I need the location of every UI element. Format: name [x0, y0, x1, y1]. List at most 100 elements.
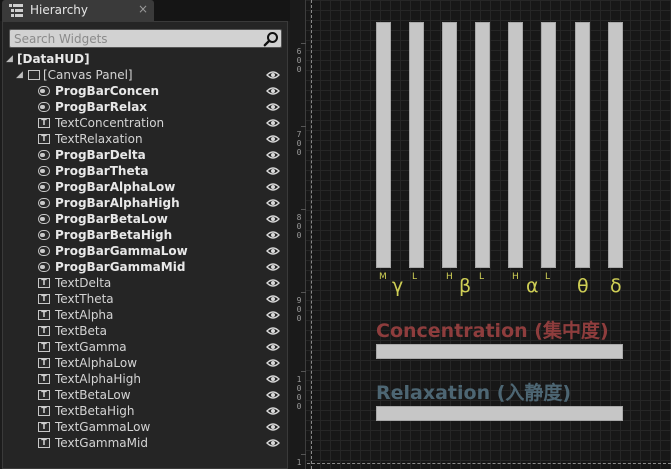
text-alpha-low[interactable]: L: [545, 272, 550, 282]
expand-triangle-icon[interactable]: ◢: [6, 51, 16, 67]
text-widget-icon: T: [38, 374, 50, 384]
eye-icon[interactable]: [266, 294, 280, 304]
progressbar-widget-icon: [38, 214, 50, 224]
tree-item-row[interactable]: T TextGammaMid: [3, 435, 287, 451]
text-beta[interactable]: β: [459, 275, 471, 297]
text-relaxation[interactable]: Relaxation (入静度): [376, 378, 571, 405]
tree-item-label: ProgBarConcen: [55, 84, 160, 98]
search-box[interactable]: [9, 29, 282, 48]
eye-icon[interactable]: [266, 326, 280, 336]
tree-item-row[interactable]: ProgBarGammaMid: [3, 259, 287, 275]
text-gamma-mid[interactable]: M: [379, 272, 387, 282]
tree-item-row[interactable]: ProgBarGammaLow: [3, 243, 287, 259]
tree-item-row[interactable]: ProgBarBetaHigh: [3, 227, 287, 243]
text-concentration[interactable]: Concentration (集中度): [376, 316, 609, 343]
eye-icon[interactable]: [266, 150, 280, 160]
text-beta-high[interactable]: H: [446, 272, 453, 282]
tree-item-row[interactable]: T TextGammaLow: [3, 419, 287, 435]
eye-icon[interactable]: [266, 166, 280, 176]
hierarchy-tab[interactable]: Hierarchy ×: [2, 0, 154, 21]
progbar-concentration[interactable]: [376, 344, 623, 359]
tree-item-row[interactable]: ProgBarDelta: [3, 147, 287, 163]
close-icon[interactable]: ×: [138, 2, 148, 16]
progbar-delta[interactable]: [608, 22, 623, 268]
tree-item-row[interactable]: T TextBetaLow: [3, 387, 287, 403]
eye-icon[interactable]: [266, 70, 280, 80]
text-widget-icon: T: [38, 278, 50, 288]
ruler-tick-label: 1: [296, 458, 302, 467]
vertical-ruler: 600 700 800 900 1000 1: [290, 0, 306, 469]
eye-icon[interactable]: [266, 198, 280, 208]
ruler-tick-label: 700: [296, 130, 302, 157]
eye-icon[interactable]: [266, 246, 280, 256]
text-beta-low[interactable]: L: [479, 272, 484, 282]
search-input[interactable]: [14, 31, 254, 46]
eye-icon[interactable]: [266, 422, 280, 432]
eye-icon[interactable]: [266, 342, 280, 352]
eye-icon[interactable]: [266, 230, 280, 240]
eye-icon[interactable]: [266, 374, 280, 384]
expand-triangle-icon[interactable]: ◢: [16, 67, 26, 83]
tree-item-row[interactable]: T TextAlphaLow: [3, 355, 287, 371]
tree-item-row[interactable]: ProgBarRelax: [3, 99, 287, 115]
tree-item-row[interactable]: T TextBetaHigh: [3, 403, 287, 419]
text-alpha[interactable]: α: [526, 275, 539, 297]
progbar-alpha-high[interactable]: [508, 22, 523, 268]
text-delta[interactable]: δ: [610, 275, 622, 297]
widget-tree: ◢ [DataHUD] ◢ [Canvas Panel] ProgBarConc…: [3, 51, 287, 451]
tree-item-row[interactable]: ProgBarTheta: [3, 163, 287, 179]
tree-item-row[interactable]: T TextBeta: [3, 323, 287, 339]
tree-item-label: ProgBarDelta: [55, 148, 146, 162]
text-widget-icon: T: [38, 118, 50, 128]
tree-item-row[interactable]: T TextTheta: [3, 291, 287, 307]
tree-item-row[interactable]: T TextGamma: [3, 339, 287, 355]
eye-icon[interactable]: [266, 278, 280, 288]
tree-item-row[interactable]: T TextDelta: [3, 275, 287, 291]
tree-item-label: ProgBarRelax: [55, 100, 148, 114]
tree-item-row[interactable]: ProgBarAlphaLow: [3, 179, 287, 195]
eye-icon[interactable]: [266, 390, 280, 400]
tree-item-label: TextConcentration: [55, 116, 165, 130]
tree-root-row[interactable]: ◢ [DataHUD]: [3, 51, 287, 67]
tree-item-label: TextGammaMid: [55, 436, 148, 450]
eye-icon[interactable]: [266, 182, 280, 192]
tree-item-row[interactable]: ProgBarConcen: [3, 83, 287, 99]
text-widget-icon: T: [38, 406, 50, 416]
progbar-theta[interactable]: [575, 22, 590, 268]
tree-item-row[interactable]: T TextRelaxation: [3, 131, 287, 147]
tree-item-row[interactable]: T TextAlphaHigh: [3, 371, 287, 387]
text-gamma-low[interactable]: L: [412, 272, 417, 282]
eye-icon[interactable]: [266, 86, 280, 96]
tree-item-label: ProgBarGammaLow: [55, 244, 188, 258]
eye-icon[interactable]: [266, 134, 280, 144]
text-alpha-high[interactable]: H: [512, 272, 519, 282]
tree-item-row[interactable]: ProgBarBetaLow: [3, 211, 287, 227]
progressbar-widget-icon: [38, 262, 50, 272]
tree-item-row[interactable]: ProgBarAlphaHigh: [3, 195, 287, 211]
eye-icon[interactable]: [266, 262, 280, 272]
text-theta[interactable]: θ: [577, 275, 589, 297]
progbar-beta-high[interactable]: [442, 22, 457, 268]
text-gamma[interactable]: γ: [392, 275, 403, 297]
text-widget-icon: T: [38, 438, 50, 448]
progbar-relaxation[interactable]: [376, 406, 623, 421]
tree-canvas-row[interactable]: ◢ [Canvas Panel]: [3, 67, 287, 83]
tree-item-row[interactable]: T TextConcentration: [3, 115, 287, 131]
search-icon[interactable]: [263, 31, 279, 47]
ruler-tick-mark: [301, 126, 306, 127]
eye-icon[interactable]: [266, 214, 280, 224]
designer-canvas[interactable]: 60070080090010001 M γ L H β L H α L θ δ …: [290, 0, 671, 469]
progbar-beta-low[interactable]: [475, 22, 490, 268]
eye-icon[interactable]: [266, 438, 280, 448]
eye-icon[interactable]: [266, 118, 280, 128]
eye-icon[interactable]: [266, 102, 280, 112]
eye-icon[interactable]: [266, 310, 280, 320]
tree-item-label: ProgBarBetaLow: [55, 212, 168, 226]
progbar-gamma-mid[interactable]: [376, 22, 391, 268]
text-widget-icon: T: [38, 342, 50, 352]
progbar-gamma-low[interactable]: [409, 22, 424, 268]
eye-icon[interactable]: [266, 358, 280, 368]
eye-icon[interactable]: [266, 406, 280, 416]
progbar-alpha-low[interactable]: [541, 22, 556, 268]
tree-item-row[interactable]: T TextAlpha: [3, 307, 287, 323]
